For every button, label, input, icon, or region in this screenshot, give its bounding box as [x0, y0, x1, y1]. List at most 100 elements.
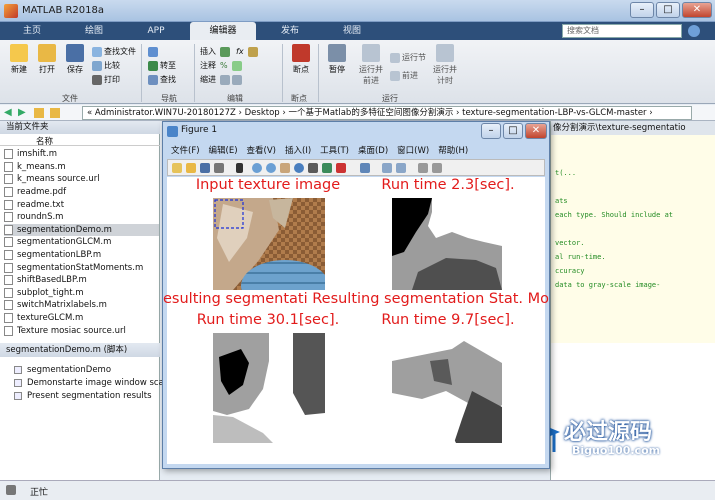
run-time-button[interactable]: 运行并 计时	[430, 44, 460, 86]
file-row[interactable]: subplot_tight.m	[4, 287, 159, 299]
rotate-icon[interactable]	[294, 163, 304, 173]
help-icon[interactable]	[688, 25, 700, 37]
indent-button[interactable]: 缩进	[200, 74, 244, 85]
tab-home[interactable]: 主页	[2, 22, 62, 40]
file-row[interactable]: textureGLCM.m	[4, 312, 159, 324]
pause-button[interactable]: 暂停	[324, 44, 350, 75]
file-row[interactable]: segmentationLBP.m	[4, 249, 159, 261]
file-icon	[4, 212, 13, 223]
goto-icon	[148, 60, 158, 71]
advance-button[interactable]: 前进	[390, 70, 418, 81]
function-icon	[247, 46, 258, 57]
find-button[interactable]: 查找	[148, 74, 176, 85]
file-row[interactable]: k_means source.url	[4, 173, 159, 185]
file-row[interactable]: readme.txt	[4, 198, 159, 210]
tab-editor[interactable]: 编辑器	[190, 22, 256, 40]
figure-window[interactable]: Figure 1 – □ ✕ 文件(F) 编辑(E) 查看(V) 插入(I) 工…	[162, 121, 550, 469]
edit-group-label: 编辑	[227, 94, 243, 103]
brush-color-icon[interactable]	[336, 163, 346, 173]
forward-icon[interactable]: ▶	[18, 108, 28, 118]
run-section-button[interactable]: 运行节	[390, 52, 426, 63]
save-figure-icon[interactable]	[200, 163, 210, 173]
zoom-in-icon[interactable]	[252, 163, 262, 173]
link-plot-icon[interactable]	[360, 163, 370, 173]
figure-minimize-button[interactable]: –	[481, 123, 501, 139]
menu-help[interactable]: 帮助(H)	[438, 144, 468, 157]
hide-plot-tools-icon[interactable]	[418, 163, 428, 173]
run-advance-icon	[362, 44, 380, 62]
compare-button[interactable]: 比较	[92, 60, 120, 71]
menu-file[interactable]: 文件(F)	[171, 144, 200, 157]
new-figure-icon[interactable]	[172, 163, 182, 173]
run-advance-button[interactable]: 运行并 前进	[356, 44, 386, 86]
file-icon	[4, 161, 13, 172]
file-row[interactable]: roundnS.m	[4, 211, 159, 223]
file-row[interactable]: segmentationStatMoments.m	[4, 261, 159, 273]
detail-item[interactable]: segmentationDemo	[14, 365, 111, 375]
file-row[interactable]: shiftBasedLBP.m	[4, 274, 159, 286]
back-button[interactable]	[148, 46, 160, 57]
goto-button[interactable]: 转至	[148, 60, 176, 71]
tab-plots[interactable]: 绘图	[64, 22, 124, 40]
file-name: imshift.m	[17, 149, 57, 160]
detail-item[interactable]: Present segmentation results	[14, 391, 152, 401]
file-row[interactable]: segmentationDemo.m	[4, 223, 159, 236]
insert-button[interactable]: 插入 fx	[200, 46, 260, 57]
panel-title-runtime-3: Run time 9.7[sec].	[381, 312, 515, 328]
file-row[interactable]: segmentationGLCM.m	[4, 236, 159, 248]
legend-icon[interactable]	[396, 163, 406, 173]
new-button[interactable]: 新建	[6, 44, 32, 75]
menu-desktop[interactable]: 桌面(D)	[358, 144, 388, 157]
brush-icon[interactable]	[322, 163, 332, 173]
open-button[interactable]: 打开	[34, 44, 60, 75]
file-row[interactable]: k_means.m	[4, 161, 159, 173]
pointer-icon[interactable]	[236, 163, 243, 173]
maximize-button[interactable]: □	[656, 2, 680, 18]
tab-apps[interactable]: APP	[126, 22, 186, 40]
name-column-header[interactable]: 名称	[0, 135, 160, 147]
breakpoints-button[interactable]: 断点	[288, 44, 314, 75]
show-plot-tools-icon[interactable]	[432, 163, 442, 173]
find-files-button[interactable]: 查找文件	[92, 46, 136, 57]
figure-maximize-button[interactable]: □	[503, 123, 523, 139]
input-texture-image	[213, 198, 325, 290]
folder-icon[interactable]	[34, 108, 44, 118]
file-icon	[4, 275, 13, 286]
menu-edit[interactable]: 编辑(E)	[209, 144, 238, 157]
menu-window[interactable]: 窗口(W)	[397, 144, 429, 157]
tab-view[interactable]: 视图	[322, 22, 382, 40]
file-row[interactable]: imshift.m	[4, 148, 159, 160]
minimize-button[interactable]: –	[630, 2, 654, 18]
current-folder-path[interactable]: « Administrator.WIN7U-20180127Z › Deskto…	[82, 106, 692, 120]
code-line: ccuracy	[555, 267, 585, 275]
close-button[interactable]: ✕	[682, 2, 712, 18]
print-button[interactable]: 打印	[92, 74, 120, 85]
zoom-out-icon[interactable]	[266, 163, 276, 173]
back-icon[interactable]: ◀	[4, 108, 14, 118]
file-row[interactable]: Texture mosiac source.url	[4, 324, 159, 336]
file-row[interactable]: readme.pdf	[4, 186, 159, 198]
group-separator	[318, 44, 319, 102]
detail-item[interactable]: Demonstarte image window scan.	[14, 378, 172, 388]
search-documentation-input[interactable]: 搜索文档	[562, 24, 682, 38]
menu-view[interactable]: 查看(V)	[247, 144, 276, 157]
figure-canvas[interactable]: Input texture image Run time 2.3[sec]. e…	[163, 177, 549, 464]
menu-tools[interactable]: 工具(T)	[320, 144, 349, 157]
figure-close-button[interactable]: ✕	[525, 123, 547, 139]
comment-button[interactable]: 注释%	[200, 60, 244, 71]
editor-tab[interactable]: 像分割演示\texture-segmentatio	[551, 121, 715, 135]
file-row[interactable]: switchMatrixlabels.m	[4, 299, 159, 311]
open-file-icon[interactable]	[186, 163, 196, 173]
file-icon	[4, 237, 13, 248]
pan-icon[interactable]	[280, 163, 290, 173]
browse-folder-icon[interactable]	[50, 108, 60, 118]
code-line: vector.	[555, 239, 585, 247]
print-figure-icon[interactable]	[214, 163, 224, 173]
file-name: readme.txt	[17, 199, 65, 210]
data-cursor-icon[interactable]	[308, 163, 318, 173]
menu-insert[interactable]: 插入(I)	[285, 144, 311, 157]
colorbar-icon[interactable]	[382, 163, 392, 173]
save-button[interactable]: 保存	[62, 44, 88, 75]
tab-publish[interactable]: 发布	[260, 22, 320, 40]
file-icon	[4, 287, 13, 298]
